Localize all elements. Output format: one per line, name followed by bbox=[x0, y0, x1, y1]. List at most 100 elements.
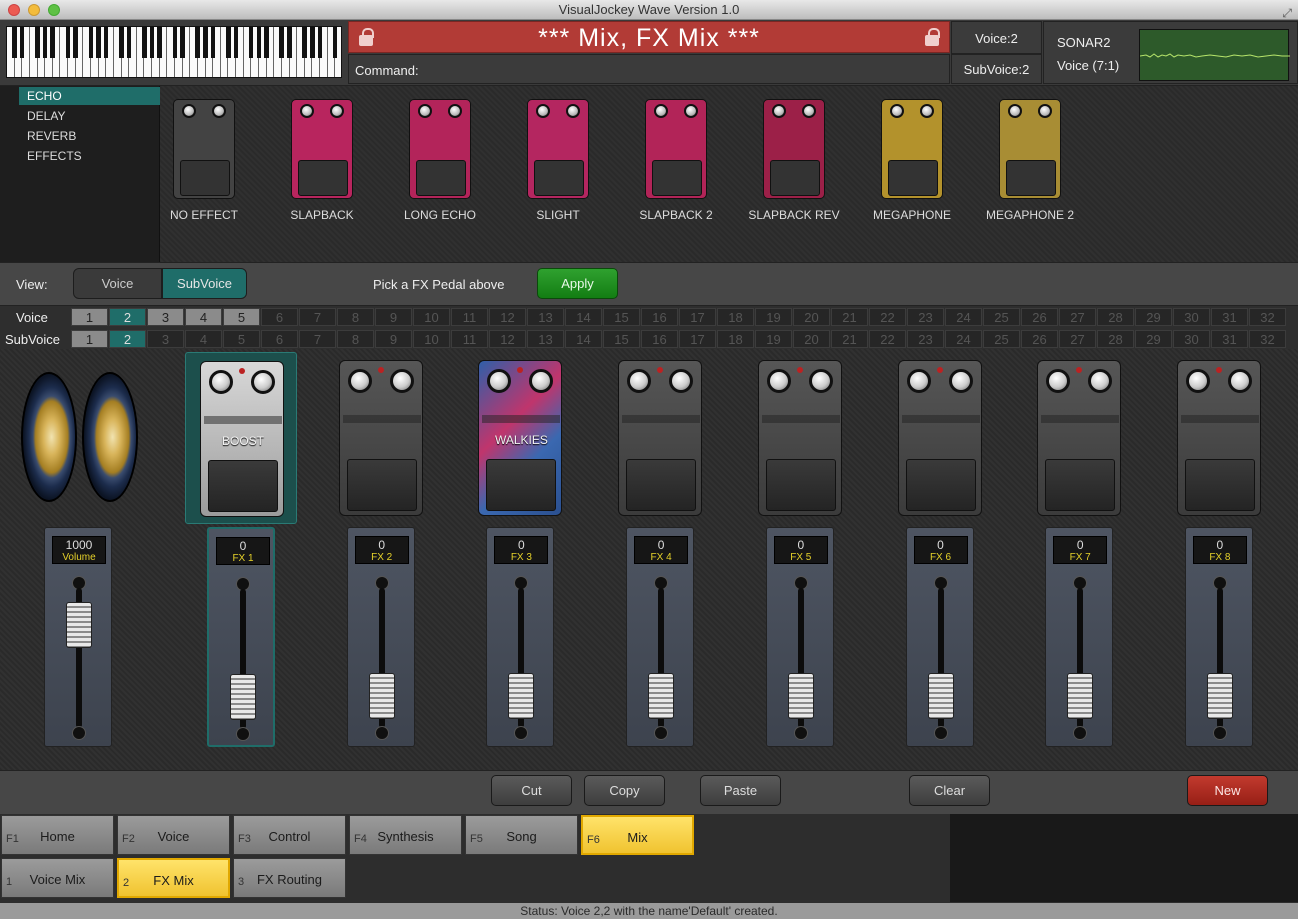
fx-pedal-name[interactable]: SLAPBACK 2 bbox=[616, 208, 736, 222]
subvoice-cell[interactable]: 17 bbox=[679, 330, 716, 348]
voice-cell[interactable]: 11 bbox=[451, 308, 488, 326]
footswitch-icon[interactable] bbox=[765, 459, 836, 511]
voice-cell[interactable]: 20 bbox=[793, 308, 830, 326]
voice-cell[interactable]: 12 bbox=[489, 308, 526, 326]
fx-pedal-name[interactable]: MEGAPHONE 2 bbox=[970, 208, 1090, 222]
fader-handle[interactable] bbox=[1067, 672, 1094, 719]
voice-cell[interactable]: 21 bbox=[831, 308, 868, 326]
voice-cell[interactable]: 10 bbox=[413, 308, 450, 326]
knob-icon[interactable] bbox=[389, 369, 414, 393]
voice-cell[interactable]: 31 bbox=[1211, 308, 1248, 326]
piano-black-key[interactable] bbox=[126, 27, 132, 58]
cut-button[interactable]: Cut bbox=[491, 775, 572, 806]
knob-icon[interactable] bbox=[209, 370, 233, 394]
knob-icon[interactable] bbox=[1227, 369, 1252, 393]
piano-black-key[interactable] bbox=[142, 27, 147, 58]
piano-black-key[interactable] bbox=[317, 27, 323, 58]
subvoice-cell[interactable]: 21 bbox=[831, 330, 868, 348]
piano-black-key[interactable] bbox=[19, 27, 25, 58]
fx-slot[interactable] bbox=[884, 352, 996, 524]
voice-cell[interactable]: 14 bbox=[565, 308, 602, 326]
sub-tab[interactable]: 1 Voice Mix bbox=[1, 858, 114, 898]
piano-black-key[interactable] bbox=[172, 27, 178, 58]
command-box[interactable]: Command: bbox=[348, 54, 950, 84]
piano-black-key[interactable] bbox=[310, 27, 315, 58]
piano-black-key[interactable] bbox=[42, 27, 48, 58]
fx-pedal[interactable]: WALKIES bbox=[478, 360, 563, 516]
fader-handle[interactable] bbox=[1206, 672, 1233, 719]
knob-icon[interactable] bbox=[1185, 369, 1210, 393]
knob-icon[interactable] bbox=[1046, 369, 1071, 393]
view-voice-button[interactable]: Voice bbox=[73, 268, 162, 299]
subvoice-cell[interactable]: 15 bbox=[603, 330, 640, 348]
fx-slot[interactable] bbox=[744, 352, 856, 524]
fx-pedal[interactable] bbox=[1176, 360, 1261, 516]
piano-black-key[interactable] bbox=[287, 27, 292, 58]
footswitch-icon[interactable] bbox=[208, 460, 278, 512]
subvoice-cell[interactable]: 3 bbox=[147, 330, 184, 348]
new-button[interactable]: New bbox=[1187, 775, 1268, 806]
fx-pedal[interactable] bbox=[1037, 360, 1122, 516]
sub-tab[interactable]: 2 FX Mix bbox=[117, 858, 230, 898]
voice-cell[interactable]: 6 bbox=[261, 308, 298, 326]
voice-cell[interactable]: 23 bbox=[907, 308, 944, 326]
clear-button[interactable]: Clear bbox=[909, 775, 990, 806]
subvoice-cell[interactable]: 31 bbox=[1211, 330, 1248, 348]
subvoice-cell[interactable]: 28 bbox=[1097, 330, 1134, 348]
piano-black-key[interactable] bbox=[88, 27, 94, 58]
zoom-window-button[interactable] bbox=[48, 4, 60, 16]
fx-pedal-name[interactable]: NO EFFECT bbox=[144, 208, 264, 222]
function-tab[interactable]: F5 Song bbox=[465, 815, 578, 855]
footswitch-icon[interactable] bbox=[486, 459, 557, 511]
fx-pedal[interactable] bbox=[338, 360, 423, 516]
piano-black-key[interactable] bbox=[302, 27, 307, 58]
voice-cell[interactable]: 32 bbox=[1249, 308, 1286, 326]
voice-cell[interactable]: 5 bbox=[223, 308, 260, 326]
knob-icon[interactable] bbox=[808, 369, 833, 393]
function-tab[interactable]: F3 Control bbox=[233, 815, 346, 855]
function-tab[interactable]: F1 Home bbox=[1, 815, 114, 855]
fx-slot[interactable] bbox=[1023, 352, 1135, 524]
lock-icon[interactable] bbox=[925, 28, 940, 46]
subvoice-cell[interactable]: 11 bbox=[451, 330, 488, 348]
fader-handle[interactable] bbox=[787, 672, 814, 719]
view-subvoice-button[interactable]: SubVoice bbox=[162, 268, 247, 299]
footswitch-icon[interactable] bbox=[1184, 459, 1255, 511]
voice-cell[interactable]: 19 bbox=[755, 308, 792, 326]
apply-button[interactable]: Apply bbox=[537, 268, 618, 299]
subvoice-cell[interactable]: 22 bbox=[869, 330, 906, 348]
fx-pedal-thumb[interactable] bbox=[881, 99, 943, 199]
voice-cell[interactable]: 24 bbox=[945, 308, 982, 326]
voice-cell[interactable]: 4 bbox=[185, 308, 222, 326]
voice-cell[interactable]: 1 bbox=[71, 308, 108, 326]
knob-icon[interactable] bbox=[948, 369, 973, 393]
fx-pedal-name[interactable]: LONG ECHO bbox=[380, 208, 500, 222]
piano-black-key[interactable] bbox=[103, 27, 109, 58]
subvoice-cell[interactable]: 10 bbox=[413, 330, 450, 348]
fx-pedal-thumb[interactable] bbox=[291, 99, 353, 199]
piano-black-key[interactable] bbox=[65, 27, 71, 58]
function-tab[interactable]: F6 Mix bbox=[581, 815, 694, 855]
voice-cell[interactable]: 2 bbox=[109, 308, 146, 326]
fader-handle[interactable] bbox=[368, 672, 395, 719]
fx-category-effects[interactable]: EFFECTS bbox=[19, 147, 160, 165]
voice-cell[interactable]: 16 bbox=[641, 308, 678, 326]
fader-handle[interactable] bbox=[648, 672, 675, 719]
footswitch-icon[interactable] bbox=[346, 459, 417, 511]
subvoice-cell[interactable]: 32 bbox=[1249, 330, 1286, 348]
fx-slot[interactable]: BOOST bbox=[185, 352, 297, 524]
copy-button[interactable]: Copy bbox=[584, 775, 665, 806]
fx-pedal[interactable] bbox=[618, 360, 703, 516]
piano-black-key[interactable] bbox=[119, 27, 124, 58]
fx-pedal[interactable] bbox=[757, 360, 842, 516]
subvoice-cell[interactable]: 29 bbox=[1135, 330, 1172, 348]
subvoice-cell[interactable]: 24 bbox=[945, 330, 982, 348]
knob-icon[interactable] bbox=[906, 369, 931, 393]
fx-pedal-thumb[interactable] bbox=[999, 99, 1061, 199]
footswitch-icon[interactable] bbox=[1045, 459, 1116, 511]
voice-cell[interactable]: 18 bbox=[717, 308, 754, 326]
piano-black-key[interactable] bbox=[157, 27, 162, 58]
piano-black-key[interactable] bbox=[180, 27, 185, 58]
subvoice-cell[interactable]: 9 bbox=[375, 330, 412, 348]
fx-pedal-name[interactable]: SLAPBACK bbox=[262, 208, 382, 222]
